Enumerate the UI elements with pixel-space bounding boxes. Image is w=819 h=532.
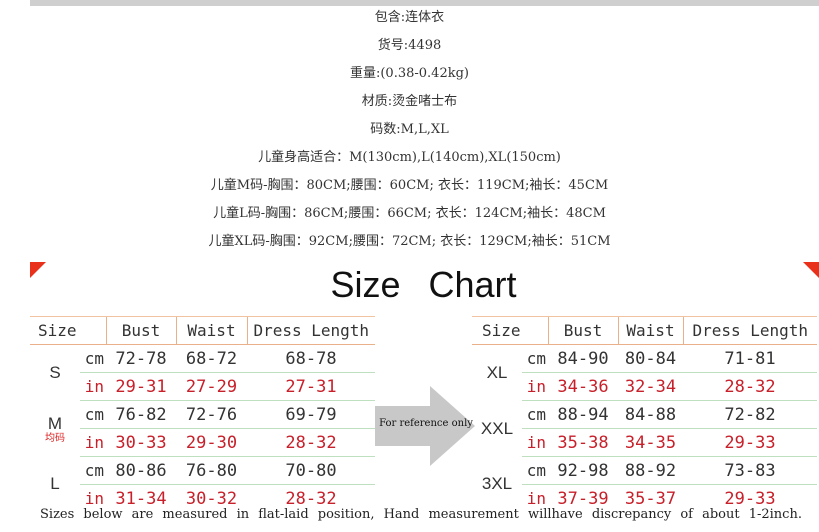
footer-word: flat-laid (258, 507, 309, 522)
waist-in: 32-34 (618, 372, 683, 401)
waist-cm: 84-88 (618, 400, 683, 429)
table-row: in 34-36 32-34 28-32 (472, 372, 817, 401)
table-row: M 均码 cm 76-82 72-76 69-79 (30, 400, 375, 443)
title-word-chart: Chart (428, 264, 517, 305)
length-cm: 71-81 (683, 344, 817, 373)
info-line-contents: 包含:连体衣 (374, 10, 445, 25)
footer-word: Hand (383, 507, 420, 522)
footer-word: about (702, 507, 740, 522)
footer-word: discrepancy (591, 507, 672, 522)
table-row: XL cm 84-90 80-84 71-81 (472, 344, 817, 382)
size-label-m: M 均码 (30, 401, 80, 457)
waist-cm: 68-72 (176, 344, 247, 373)
waist-cm: 88-92 (618, 456, 683, 485)
waist-cm: 80-84 (618, 344, 683, 373)
reference-only-label: For reference only (379, 418, 473, 429)
waist-cm: 76-80 (176, 456, 247, 485)
unit-cm: cm (80, 456, 106, 485)
size-label-s: S (49, 362, 61, 382)
length-in: 27-31 (247, 372, 375, 401)
table-row: in 29-31 27-29 27-31 (30, 372, 375, 401)
header-waist: Waist (175, 316, 247, 345)
bust-cm: 84-90 (548, 344, 618, 373)
footer-word: measured (162, 507, 228, 522)
unit-cm: cm (522, 456, 548, 485)
header-waist: Waist (617, 316, 683, 345)
table-row: L cm 80-86 76-80 70-80 (30, 456, 375, 493)
bust-cm: 80-86 (106, 456, 176, 485)
unit-cm: cm (522, 400, 548, 429)
waist-in: 34-35 (618, 428, 683, 457)
info-line-xl-measurements: 儿童XL码-胸围：92CM;腰围：72CM; 衣长：129CM;袖长：51CM (208, 234, 611, 249)
size-label-3xl: 3XL (481, 474, 513, 494)
length-cm: 69-79 (247, 400, 375, 429)
footer-word: position, (317, 507, 375, 522)
size-label-xxl: XXL (480, 418, 514, 438)
size-label-l: L (50, 474, 60, 494)
info-line-weight: 重量:(0.38-0.42kg) (349, 66, 469, 81)
info-line-height-fit: 儿童身高适合：M(130cm),L(140cm),XL(150cm) (258, 150, 561, 165)
footer-word: are (131, 507, 154, 522)
unit-cm: cm (522, 344, 548, 373)
unit-cm: cm (80, 400, 106, 429)
header-size: Size (30, 316, 106, 345)
length-cm: 70-80 (247, 456, 375, 485)
size-chart-title: Size Chart (0, 264, 819, 306)
bust-cm: 76-82 (106, 400, 176, 429)
footer-word: below (83, 507, 123, 522)
unit-in: in (80, 428, 106, 457)
title-word-size: Size (330, 264, 401, 305)
table-header-row: Size Bust Waist Dress Length (472, 316, 817, 345)
top-divider-bar (30, 0, 819, 6)
bust-cm: 92-98 (548, 456, 618, 485)
table-row: 3XL cm 92-98 88-92 73-83 (472, 456, 817, 493)
length-cm: 72-82 (683, 400, 817, 429)
bust-in: 29-31 (106, 372, 176, 401)
info-line-l-measurements: 儿童L码-胸围：86CM;腰围：66CM; 衣长：124CM;袖长：48CM (213, 206, 606, 221)
header-dress-length: Dress Length (682, 316, 817, 345)
unit-in: in (522, 428, 548, 457)
unit-in: in (522, 372, 548, 401)
size-label-xl: XL (486, 362, 508, 382)
footer-word: Sizes (40, 507, 75, 522)
bust-in: 34-36 (548, 372, 618, 401)
length-cm: 73-83 (683, 456, 817, 485)
bust-in: 30-33 (106, 428, 176, 457)
waist-in: 27-29 (176, 372, 247, 401)
bust-in: 35-38 (548, 428, 618, 457)
header-bust: Bust (105, 316, 176, 345)
length-in: 28-32 (247, 428, 375, 457)
bust-cm: 72-78 (106, 344, 176, 373)
waist-cm: 72-76 (176, 400, 247, 429)
size-table-left: Size Bust Waist Dress Length S cm 72-78 … (30, 316, 375, 512)
table-row: in 30-33 29-30 28-32 (30, 428, 375, 457)
size-table-right: Size Bust Waist Dress Length XL cm 84-90… (472, 316, 817, 512)
unit-cm: cm (80, 344, 106, 373)
measurement-disclaimer: Sizes below are measured in flat-laid po… (40, 507, 802, 522)
unit-in: in (80, 372, 106, 401)
footer-word: measurement (428, 507, 519, 522)
bust-cm: 88-94 (548, 400, 618, 429)
info-line-item-number: 货号:4498 (377, 38, 442, 53)
header-size: Size (472, 316, 548, 345)
table-header-row: Size Bust Waist Dress Length (30, 316, 375, 345)
length-in: 29-33 (683, 428, 817, 457)
table-row: in 35-38 34-35 29-33 (472, 428, 817, 457)
length-in: 28-32 (683, 372, 817, 401)
header-dress-length: Dress Length (246, 316, 375, 345)
info-line-sizes: 码数:M,L,XL (370, 122, 449, 137)
footer-word: willhave (527, 507, 583, 522)
waist-in: 29-30 (176, 428, 247, 457)
header-bust: Bust (547, 316, 618, 345)
info-line-material: 材质:烫金啫士布 (361, 94, 458, 109)
table-row: XXL cm 88-94 84-88 72-82 (472, 400, 817, 438)
length-cm: 68-78 (247, 344, 375, 373)
footer-word: in (236, 507, 250, 522)
footer-word: 1-2inch. (748, 507, 802, 522)
one-size-note: 均码 (45, 432, 65, 444)
footer-word: of (680, 507, 693, 522)
info-line-m-measurements: 儿童M码-胸围：80CM;腰围：60CM; 衣长：119CM;袖长：45CM (210, 178, 609, 193)
table-row: S cm 72-78 68-72 68-78 (30, 344, 375, 382)
